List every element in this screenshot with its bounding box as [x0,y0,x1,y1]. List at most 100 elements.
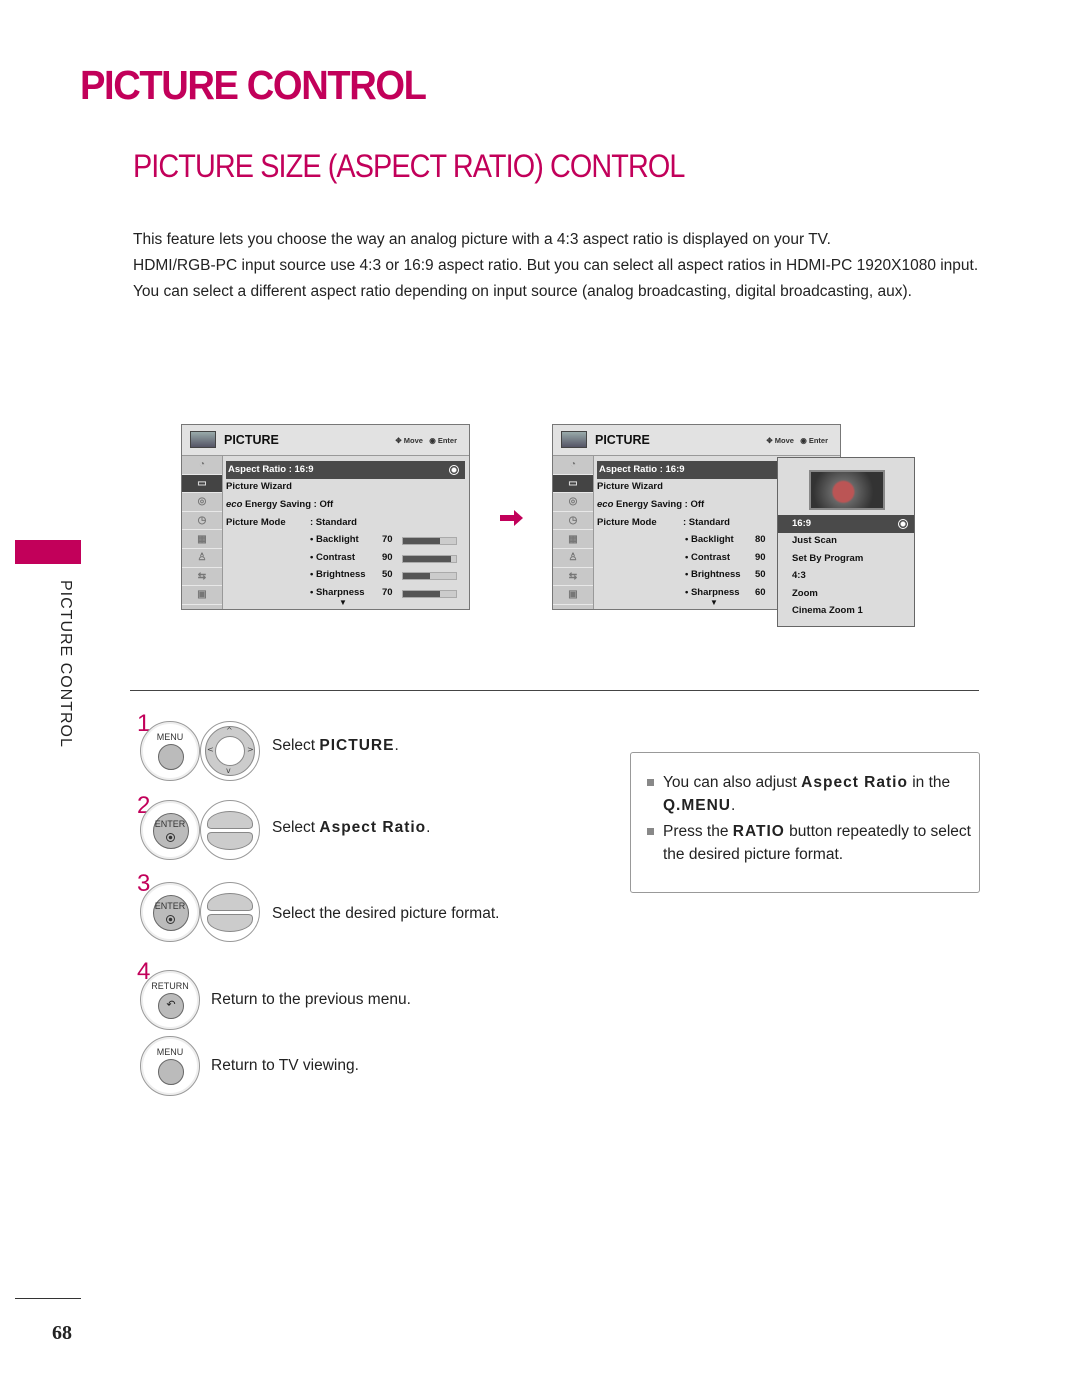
aspect-option-16-9[interactable]: 16:9 [778,515,914,533]
enter-dot-icon [166,915,175,924]
osd-item-contrast[interactable]: • Contrast 90 [685,549,766,567]
down-arrow-button[interactable] [207,914,253,932]
osd-item-picture-wizard[interactable]: Picture Wizard [226,478,292,496]
side-tab-marker [15,540,81,564]
section-title: PICTURE SIZE (ASPECT RATIO) CONTROL [133,148,685,184]
selected-radio-icon [449,465,459,475]
usb-icon[interactable]: ▣ [553,586,593,605]
page-number: 68 [52,1322,72,1344]
intro-paragraph: This feature lets you choose the way an … [133,231,831,248]
input-icon[interactable]: ⇆ [182,568,222,587]
sharpness-bar[interactable] [402,590,457,598]
osd-item-aspect-ratio[interactable]: Aspect Ratio : 16:9 [226,461,465,479]
aspect-ratio-popup: 16:9 Just Scan Set By Program 4:3 Zoom C… [777,457,915,627]
side-section-label: PICTURE CONTROL [57,580,74,748]
up-down-pad[interactable] [200,800,260,860]
osd-item-contrast[interactable]: • Contrast 90 [310,549,393,567]
move-icon: ✥ [766,436,775,445]
divider [130,690,979,691]
usb-icon[interactable]: ▣ [182,586,222,605]
osd-hint: ✥ Move ◉ Enter [766,436,828,445]
step-text: Return to TV viewing. [211,1057,359,1074]
step-text: Select PICTURE. [272,737,399,754]
osd-hint: ✥ Move ◉ Enter [395,436,457,445]
input-icon[interactable]: ⇆ [553,568,593,587]
aspect-option-zoom[interactable]: Zoom [778,585,914,603]
aspect-option-4-3[interactable]: 4:3 [778,567,914,585]
osd-item-brightness[interactable]: • Brightness 50 [685,566,766,584]
scroll-down-icon[interactable]: ▼ [339,598,347,607]
satellite-icon[interactable]: ◔ [182,456,222,475]
audio-icon[interactable]: ◎ [553,493,593,512]
return-button[interactable]: RETURN ↶ [140,970,200,1030]
lock-icon[interactable]: ♙ [182,549,222,568]
page-number-rule [15,1298,81,1299]
enter-label: Enter [808,436,828,445]
energy-saving-icon: eco [226,499,246,510]
time-icon[interactable]: ◷ [182,512,222,531]
up-arrow-button[interactable] [207,893,253,911]
up-arrow-icon[interactable]: ^ [226,726,233,735]
right-arrow-icon[interactable]: > [247,745,254,754]
move-label: Move [774,436,794,445]
osd-header: PICTURE ✥ Move ◉ Enter [553,425,840,456]
option-icon[interactable]: ▦ [182,530,222,549]
navigation-pad[interactable]: ^ v < > [200,721,260,781]
note-item: You can also adjust Aspect Ratio in the … [647,771,979,817]
picture-icon[interactable]: ▭ [182,474,222,494]
osd-item-picture-wizard[interactable]: Picture Wizard [597,478,663,496]
osd-item-energy-saving[interactable]: eco Energy Saving : Off [597,496,704,514]
aspect-option-cinema-zoom-1[interactable]: Cinema Zoom 1 [778,602,914,620]
option-icon[interactable]: ▦ [553,530,593,549]
energy-saving-icon: eco [597,499,617,510]
enter-label: Enter [437,436,457,445]
button-label: RETURN [151,981,189,991]
enter-button[interactable]: ENTER [140,882,200,942]
enter-dot-icon [166,833,175,842]
button-label: MENU [156,732,184,742]
osd-category-sidebar: ◔ ▭ ◎ ◷ ▦ ♙ ⇆ ▣ [553,456,594,609]
time-icon[interactable]: ◷ [553,512,593,531]
aspect-option-just-scan[interactable]: Just Scan [778,532,914,550]
osd-item-backlight[interactable]: • Backlight 70 [310,531,393,549]
up-down-pad[interactable] [200,882,260,942]
note-box: You can also adjust Aspect Ratio in the … [630,752,980,893]
contrast-bar[interactable] [402,555,457,563]
right-arrow-icon [500,510,523,526]
osd-item-picture-mode[interactable]: Picture Mode: Standard [597,514,730,532]
step-text: Select Aspect Ratio. [272,819,431,836]
audio-icon[interactable]: ◎ [182,493,222,512]
osd-item-energy-saving[interactable]: eco Energy Saving : Off [226,496,333,514]
osd-category-sidebar: ◔ ▭ ◎ ◷ ▦ ♙ ⇆ ▣ [182,456,223,609]
menu-button[interactable]: MENU [140,1036,200,1096]
intro-paragraph: You can select a different aspect ratio … [133,283,912,300]
osd-item-backlight[interactable]: • Backlight 80 [685,531,766,549]
button-label: ENTER [154,819,186,829]
osd-picture-menu-left: PICTURE ✥ Move ◉ Enter ◔ ▭ ◎ ◷ ▦ ♙ ⇆ ▣ A… [181,424,470,610]
osd-item-sharpness[interactable]: • Sharpness 70 [310,584,393,602]
osd-item-picture-mode[interactable]: Picture Mode: Standard [226,514,357,532]
backlight-bar[interactable] [402,537,457,545]
osd-item-brightness[interactable]: • Brightness 50 [310,566,393,584]
aspect-option-set-by-program[interactable]: Set By Program [778,550,914,568]
osd-title: PICTURE [595,433,650,447]
menu-knob [158,1059,184,1085]
move-label: Move [403,436,423,445]
up-arrow-button[interactable] [207,811,253,829]
intro-paragraph: HDMI/RGB-PC input source use 4:3 or 16:9… [133,257,979,274]
satellite-icon[interactable]: ◔ [553,456,593,475]
return-icon: ↶ [158,993,184,1019]
enter-icon: ◉ [429,436,438,445]
left-arrow-icon[interactable]: < [207,745,214,754]
picture-icon[interactable]: ▭ [553,474,593,494]
down-arrow-icon[interactable]: v [226,766,231,775]
down-arrow-button[interactable] [207,832,253,850]
enter-button[interactable]: ENTER [140,800,200,860]
intro-text: This feature lets you choose the way an … [133,228,979,306]
step-text: Select the desired picture format. [272,905,500,922]
brightness-bar[interactable] [402,572,457,580]
tv-icon [561,431,587,448]
menu-button[interactable]: MENU [140,721,200,781]
lock-icon[interactable]: ♙ [553,549,593,568]
scroll-down-icon[interactable]: ▼ [710,598,718,607]
